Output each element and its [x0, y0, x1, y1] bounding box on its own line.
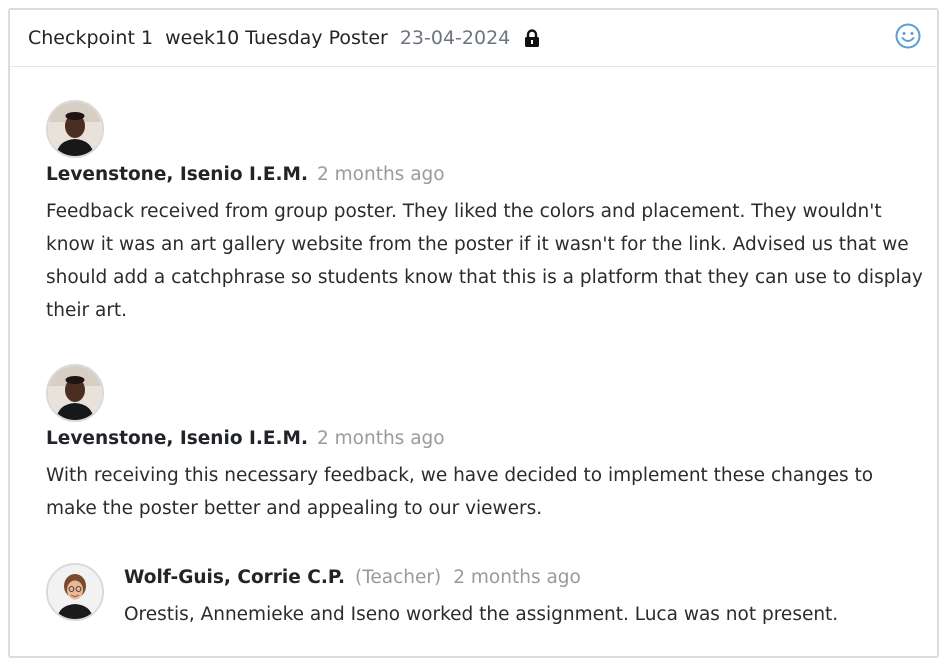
comment-text: Orestis, Annemieke and Iseno worked the …	[124, 604, 839, 625]
author-name[interactable]: Wolf-Guis, Corrie C.P.	[124, 567, 345, 588]
comment-item: Levenstone, Isenio I.E.M. 2 months ago Fe…	[46, 100, 923, 321]
checkpoint-title: Checkpoint 1 week10 Tuesday Poster	[28, 27, 388, 49]
comment-item: Levenstone, Isenio I.E.M. 2 months ago Wi…	[46, 364, 873, 519]
comment-meta: Wolf-Guis, Corrie C.P. (Teacher) 2 months …	[124, 567, 581, 588]
card-header: Checkpoint 1 week10 Tuesday Poster 23-04…	[10, 10, 937, 67]
author-name[interactable]: Levenstone, Isenio I.E.M.	[46, 428, 308, 449]
comment-text: Feedback received from group poster. The…	[46, 201, 923, 321]
avatar[interactable]	[46, 100, 104, 158]
comment-time: 2 months ago	[316, 428, 445, 449]
comment-meta: Levenstone, Isenio I.E.M. 2 months ago	[46, 428, 445, 449]
checkpoint-date: 23-04-2024	[399, 27, 511, 49]
avatar[interactable]	[46, 364, 104, 422]
author-role-badge: (Teacher)	[355, 567, 442, 588]
author-name[interactable]: Levenstone, Isenio I.E.M.	[46, 164, 308, 185]
lock-icon	[524, 28, 540, 48]
avatar[interactable]	[46, 563, 104, 621]
smiley-icon[interactable]	[895, 23, 921, 49]
comment-meta: Levenstone, Isenio I.E.M. 2 months ago	[46, 164, 445, 185]
checkpoint-card: Checkpoint 1 week10 Tuesday Poster 23-04…	[8, 8, 939, 658]
comment-text: With receiving this necessary feedback, …	[46, 465, 874, 519]
comment-time: 2 months ago	[316, 164, 445, 185]
comment-time: 2 months ago	[453, 567, 581, 588]
